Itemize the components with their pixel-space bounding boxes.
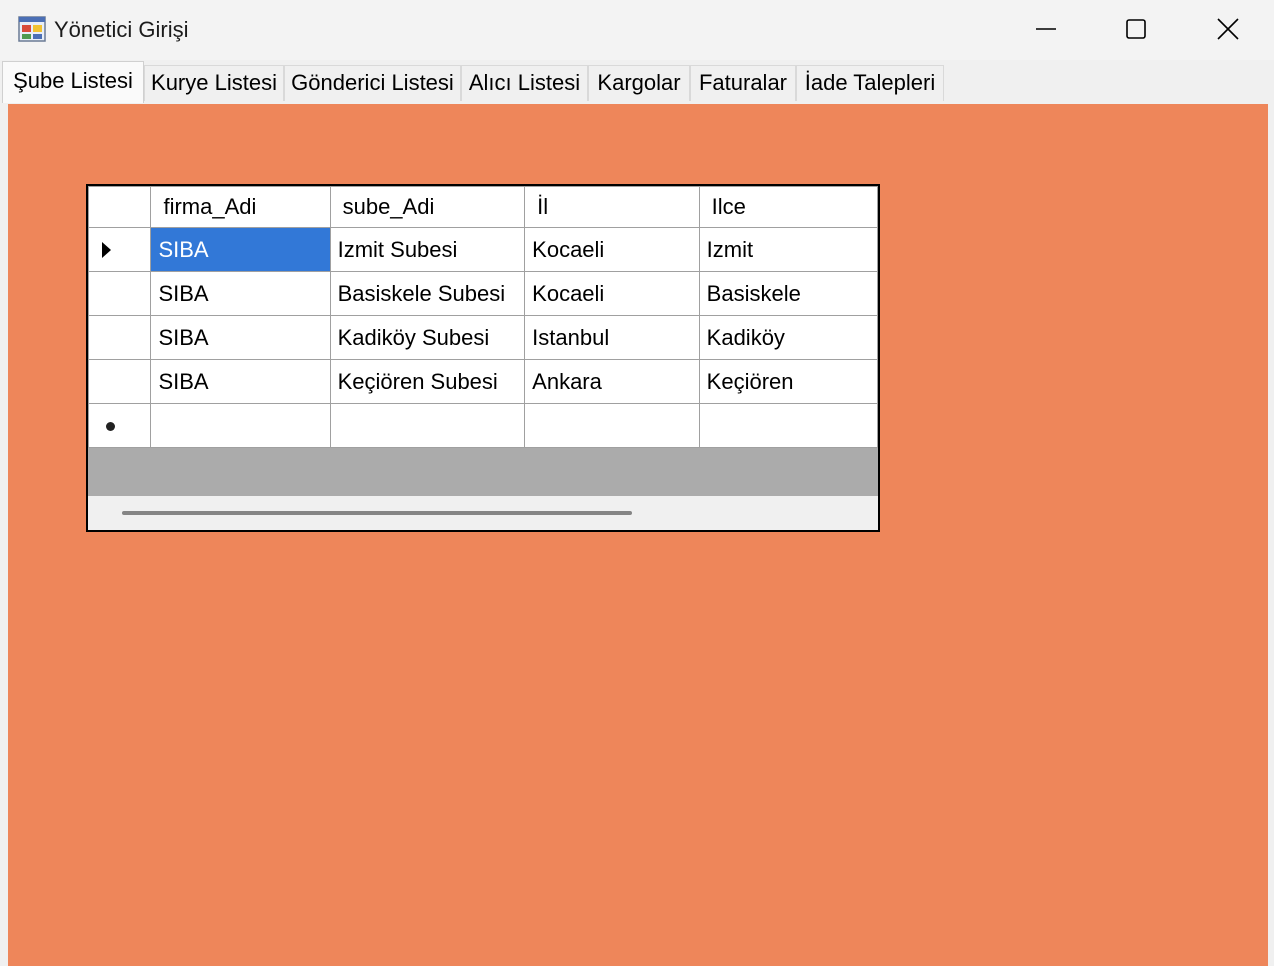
tab-alici-listesi[interactable]: Alıcı Listesi: [461, 65, 588, 101]
minimize-button[interactable]: [1000, 0, 1092, 58]
grid-cell[interactable]: Kocaeli: [524, 227, 700, 272]
grid-cell[interactable]: Istanbul: [524, 315, 700, 360]
grid-header-row: firma_Adi sube_Adi İl Ilce: [88, 186, 878, 228]
table-row[interactable]: SIBA Basiskele Subesi Kocaeli Basiskele: [88, 271, 878, 316]
grid-cell[interactable]: SIBA: [150, 271, 331, 316]
grid-cell[interactable]: SIBA: [150, 359, 331, 404]
table-row[interactable]: SIBA Izmit Subesi Kocaeli Izmit: [88, 227, 878, 272]
grid-cell[interactable]: [329, 403, 526, 448]
grid-cell[interactable]: Izmit Subesi: [329, 227, 526, 272]
maximize-button[interactable]: [1090, 0, 1182, 58]
new-row[interactable]: [88, 403, 878, 448]
grid-table: firma_Adi sube_Adi İl Ilce SIBA Izmit Su…: [88, 186, 878, 448]
grid-cell[interactable]: [698, 403, 878, 448]
maximize-icon: [1126, 19, 1146, 39]
table-row[interactable]: SIBA Keçiören Subesi Ankara Keçiören: [88, 359, 878, 404]
grid-cell[interactable]: Basiskele: [698, 271, 878, 316]
title-bar: Yönetici Girişi: [0, 0, 1274, 60]
grid-cell[interactable]: [524, 403, 700, 448]
close-icon: [1217, 18, 1239, 40]
row-header[interactable]: [88, 271, 152, 316]
close-button[interactable]: [1182, 0, 1274, 58]
window-title: Yönetici Girişi: [54, 17, 189, 42]
tab-kargolar[interactable]: Kargolar: [588, 65, 690, 101]
grid-cell[interactable]: Keçiören Subesi: [329, 359, 526, 404]
horizontal-scrollbar[interactable]: [88, 496, 878, 530]
tab-iade-talepleri[interactable]: İade Talepleri: [796, 65, 944, 101]
grid-cell[interactable]: Kocaeli: [524, 271, 700, 316]
minimize-icon: [1036, 28, 1056, 30]
branch-data-grid[interactable]: firma_Adi sube_Adi İl Ilce SIBA Izmit Su…: [86, 184, 880, 532]
row-header[interactable]: [88, 359, 152, 404]
row-header[interactable]: [88, 315, 152, 360]
grid-cell[interactable]: Kadiköy: [698, 315, 878, 360]
row-header[interactable]: [88, 227, 152, 272]
new-row-asterisk-icon: [106, 422, 115, 431]
current-row-arrow-icon: [102, 242, 111, 258]
tab-gonderici-listesi[interactable]: Gönderici Listesi: [284, 65, 461, 101]
grid-cell[interactable]: Izmit: [698, 227, 878, 272]
grid-cell[interactable]: [150, 403, 331, 448]
row-header[interactable]: [88, 403, 152, 448]
column-header-firma-adi[interactable]: firma_Adi: [150, 186, 331, 228]
column-header-il[interactable]: İl: [524, 186, 700, 228]
grid-cell[interactable]: SIBA: [150, 315, 331, 360]
table-row[interactable]: SIBA Kadiköy Subesi Istanbul Kadiköy: [88, 315, 878, 360]
grid-cell[interactable]: Basiskele Subesi: [329, 271, 526, 316]
grid-cell[interactable]: Ankara: [524, 359, 700, 404]
tab-strip: Şube Listesi Kurye Listesi Gönderici Lis…: [0, 60, 1274, 104]
grid-corner-header[interactable]: [88, 186, 152, 228]
tab-kurye-listesi[interactable]: Kurye Listesi: [144, 65, 284, 101]
tab-sube-listesi[interactable]: Şube Listesi: [2, 61, 144, 103]
grid-cell[interactable]: SIBA: [150, 227, 331, 272]
grid-cell[interactable]: Keçiören: [698, 359, 878, 404]
admin-login-window: Yönetici Girişi Şube Listesi Kurye Liste…: [0, 0, 1274, 966]
app-form-icon: [18, 16, 46, 42]
column-header-ilce[interactable]: Ilce: [698, 186, 878, 228]
tab-faturalar[interactable]: Faturalar: [690, 65, 796, 101]
grid-cell[interactable]: Kadiköy Subesi: [329, 315, 526, 360]
column-header-sube-adi[interactable]: sube_Adi: [329, 186, 526, 228]
scrollbar-thumb[interactable]: [122, 511, 632, 515]
